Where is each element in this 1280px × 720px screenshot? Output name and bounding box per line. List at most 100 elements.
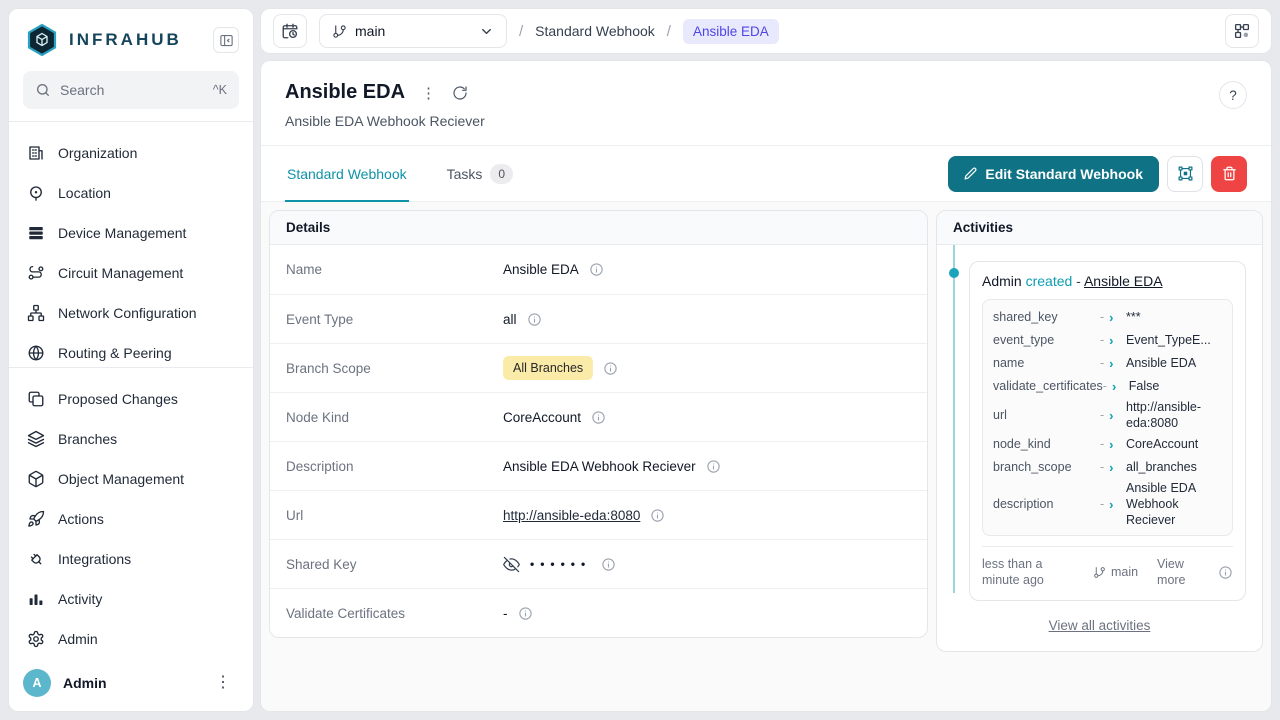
network-icon (27, 304, 45, 322)
detail-row-validate-certificates: Validate Certificates - (270, 588, 927, 637)
property-row: name -› Ansible EDA (993, 353, 1222, 373)
content-card: Ansible EDA ⋮ Ansible EDA Webhook Reciev… (260, 60, 1272, 712)
sidebar-item-actions[interactable]: Actions (9, 499, 253, 539)
activity-properties: shared_key -› *** event_type -› Event_Ty… (982, 299, 1233, 536)
calendar-clock-icon (281, 22, 299, 40)
sidebar-item-label: Routing & Peering (58, 345, 172, 361)
tab-label: Standard Webhook (287, 166, 407, 182)
detail-row-event-type: Event Type all (270, 294, 927, 343)
git-branch-icon (332, 24, 347, 39)
app-root: INFRAHUB ^K Organization Location Device… (0, 0, 1280, 720)
activity-actor: Admin (982, 273, 1022, 289)
info-icon[interactable] (601, 557, 616, 572)
sidebar-item-label: Activity (58, 591, 102, 607)
activity-branch: main (1093, 565, 1138, 579)
sidebar-item-label: Admin (58, 631, 98, 647)
sidebar-item-location[interactable]: Location (9, 173, 253, 213)
property-row: validate_certificates -› False (993, 376, 1222, 396)
sidebar-item-label: Circuit Management (58, 265, 183, 281)
search-box[interactable]: ^K (23, 71, 239, 109)
activity-timestamp: less than a minute ago (982, 556, 1074, 589)
sidebar-collapse-button[interactable] (213, 27, 239, 53)
dash: - (1100, 497, 1104, 511)
location-icon (27, 184, 45, 202)
sidebar-item-object-management[interactable]: Object Management (9, 459, 253, 499)
activity-card: Admin created - Ansible EDA shared_key -… (969, 261, 1246, 601)
tabs-actions: Edit Standard Webhook (948, 156, 1247, 192)
chevron-right-icon: › (1109, 310, 1113, 325)
sidebar-item-circuit-management[interactable]: Circuit Management (9, 253, 253, 293)
group-select-icon (1177, 165, 1194, 182)
sidebar-item-label: Network Configuration (58, 305, 197, 321)
branch-selector[interactable]: main (319, 14, 507, 48)
breadcrumb-item-current[interactable]: Ansible EDA (683, 19, 779, 44)
url-link[interactable]: http://ansible-eda:8080 (503, 508, 640, 523)
globe-icon (27, 344, 45, 362)
tab-standard-webhook[interactable]: Standard Webhook (285, 146, 409, 202)
activity-title: Admin created - Ansible EDA (982, 273, 1233, 289)
chevron-right-icon: › (1109, 460, 1113, 475)
user-row[interactable]: A Admin ⋮ (9, 659, 253, 711)
sidebar-item-network-configuration[interactable]: Network Configuration (9, 293, 253, 333)
manage-groups-button[interactable] (1167, 156, 1203, 192)
sidebar-item-proposed-changes[interactable]: Proposed Changes (9, 379, 253, 419)
edit-standard-webhook-button[interactable]: Edit Standard Webhook (948, 156, 1159, 192)
chevron-right-icon: › (1109, 333, 1113, 348)
activity-action: created (1026, 273, 1073, 289)
chevron-right-icon: › (1109, 408, 1113, 423)
sidebar-item-device-management[interactable]: Device Management (9, 213, 253, 253)
info-icon[interactable] (518, 606, 533, 621)
breadcrumb-separator: / (667, 23, 671, 40)
detail-row-branch-scope: Branch Scope All Branches (270, 343, 927, 392)
sidebar-item-admin[interactable]: Admin (9, 619, 253, 659)
dash: - (1100, 356, 1104, 370)
time-travel-button[interactable] (273, 14, 307, 48)
sidebar-item-routing-peering[interactable]: Routing & Peering (9, 333, 253, 367)
view-more-link[interactable]: View more (1157, 556, 1199, 589)
delete-button[interactable] (1211, 156, 1247, 192)
bar-chart-icon (27, 590, 45, 608)
tabs-row: Standard Webhook Tasks 0 Edit Standard W… (261, 146, 1271, 202)
branch-scope-badge: All Branches (503, 356, 593, 380)
sidebar-item-integrations[interactable]: Integrations (9, 539, 253, 579)
sidebar-item-activity[interactable]: Activity (9, 579, 253, 619)
sidebar-item-organization[interactable]: Organization (9, 133, 253, 173)
activity-target-link[interactable]: Ansible EDA (1084, 273, 1163, 289)
user-menu-kebab-icon[interactable]: ⋮ (209, 671, 237, 695)
info-icon[interactable] (706, 459, 721, 474)
info-icon[interactable] (527, 312, 542, 327)
help-button[interactable]: ? (1219, 81, 1247, 109)
timeline-line (953, 245, 955, 593)
eye-off-icon[interactable] (503, 556, 520, 573)
activities-panel: Activities Admin created - Ansible EDA (936, 210, 1263, 652)
info-icon[interactable] (591, 410, 606, 425)
schema-visualizer-button[interactable] (1225, 14, 1259, 48)
info-icon[interactable] (650, 508, 665, 523)
title-kebab-icon[interactable]: ⋮ (421, 84, 436, 102)
details-panel-title: Details (270, 211, 927, 245)
cube-icon (27, 470, 45, 488)
chevron-right-icon: › (1109, 437, 1113, 452)
info-icon[interactable] (589, 262, 604, 277)
dash: - (1100, 437, 1104, 451)
property-row: node_kind -› CoreAccount (993, 434, 1222, 454)
logo-row: INFRAHUB (9, 9, 253, 67)
tab-label: Tasks (447, 166, 483, 182)
chevron-right-icon: › (1109, 356, 1113, 371)
search-input[interactable] (60, 82, 204, 98)
info-icon[interactable] (603, 361, 618, 376)
trash-icon (1222, 166, 1237, 181)
sidebar-item-label: Device Management (58, 225, 186, 241)
detail-value-validate-certificates: - (503, 606, 508, 621)
view-all-activities-link[interactable]: View all activities (1049, 618, 1151, 633)
sidebar-item-branches[interactable]: Branches (9, 419, 253, 459)
info-icon[interactable] (1218, 565, 1233, 580)
breadcrumb-item-schema[interactable]: Standard Webhook (535, 23, 655, 39)
breadcrumb-separator: / (519, 23, 523, 40)
sidebar-nav-primary: Organization Location Device Management … (9, 122, 253, 367)
tab-tasks[interactable]: Tasks 0 (445, 146, 515, 202)
refresh-button[interactable] (452, 85, 468, 101)
sidebar-item-label: Branches (58, 431, 117, 447)
dash: - (1100, 460, 1104, 474)
content-area: Details Name Ansible EDA Event Type all (261, 202, 1271, 711)
